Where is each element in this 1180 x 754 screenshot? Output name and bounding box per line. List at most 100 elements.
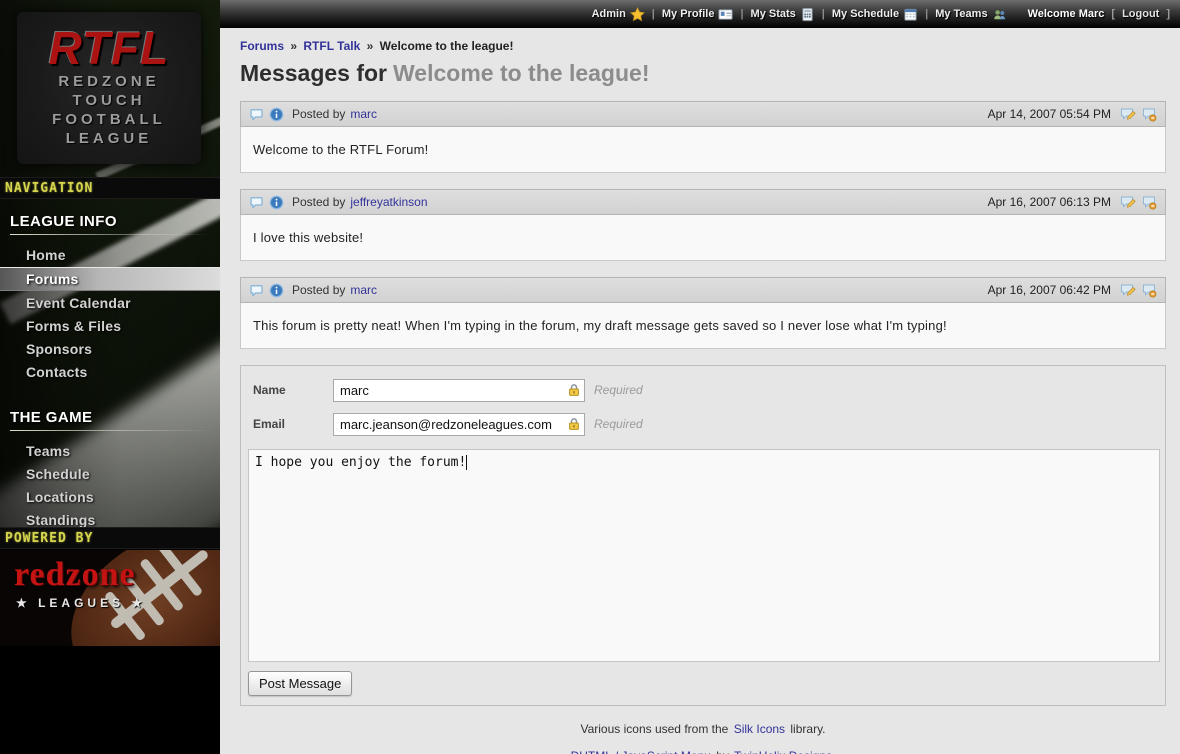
name-input-wrap [333,379,585,402]
message-body: I love this website! [240,215,1166,261]
sidebar: RTFL REDZONE TOUCH FOOTBALL LEAGUE NAVIG… [0,0,220,754]
text-cursor [466,455,467,470]
name-input[interactable] [333,379,585,402]
author-link[interactable]: marc [350,107,377,121]
redzone-logo-subtitle: ★ LEAGUES ★ [16,596,146,610]
info-icon [269,195,284,210]
rtfl-logo-line: LEAGUE [17,129,201,148]
rtfl-logo-line: REDZONE [17,72,201,91]
name-field-row: Name Required [253,378,1153,402]
breadcrumb-current: Welcome to the league! [380,39,514,53]
delete-comment-icon[interactable] [1141,282,1157,298]
separator: | [740,8,743,20]
calculator-icon [800,7,815,22]
lock-icon [566,382,582,398]
comment-icon [249,107,264,122]
button-row: Post Message [248,671,1165,696]
footer-line-menu: DHTML / JavaScript Menu by TwinHelix Des… [240,749,1166,754]
breadcrumb-link-rtfl-talk[interactable]: RTFL Talk [303,39,360,53]
sidebar-item-contacts[interactable]: Contacts [0,361,220,383]
author-link[interactable]: marc [350,283,377,297]
silk-icons-link[interactable]: Silk Icons [734,722,785,736]
breadcrumb-link-forums[interactable]: Forums [240,39,284,53]
footer-text: library. [790,722,825,736]
breadcrumb-separator: » [367,39,374,53]
sidebar-item-forms-files[interactable]: Forms & Files [0,315,220,337]
forum-message: Posted by jeffreyatkinson Apr 16, 2007 0… [240,189,1166,261]
comment-icon [249,283,264,298]
topbar-item-label: My Teams [935,8,987,20]
sidebar-item-event-calendar[interactable]: Event Calendar [0,292,220,314]
topbar-item-label: My Stats [751,8,796,20]
message-header: Posted by marc Apr 16, 2007 06:42 PM [240,277,1166,303]
powered-by-ribbon: POWERED BY [0,527,220,549]
edit-comment-icon[interactable] [1120,106,1136,122]
posted-by-label: Posted by [292,283,345,297]
edit-comment-icon[interactable] [1120,194,1136,210]
delete-comment-icon[interactable] [1141,194,1157,210]
sidebar-item-forums[interactable]: Forums [0,267,220,291]
sidebar-nav: LEAGUE INFO Home Forums Event Calendar F… [0,200,220,555]
message-body: Welcome to the RTFL Forum! [240,127,1166,173]
delete-comment-icon[interactable] [1141,106,1157,122]
redzone-logo-title: redzone [14,558,136,592]
email-input-wrap [333,413,585,436]
topbar-item-label: Admin [592,8,626,20]
topbar-item-my-teams[interactable]: My Teams [935,7,1006,22]
sidebar-item-home[interactable]: Home [0,244,220,266]
redzone-leagues-logo[interactable]: redzone ★ LEAGUES ★ [0,550,220,646]
vcard-icon [718,7,733,22]
message-date: Apr 14, 2007 05:54 PM [988,107,1111,121]
sidebar-item-locations[interactable]: Locations [0,486,220,508]
topbar-item-label: My Profile [662,8,715,20]
sidebar-item-teams[interactable]: Teams [0,440,220,462]
post-message-button[interactable]: Post Message [248,671,352,696]
email-field-row: Email Required [253,412,1153,436]
rtfl-logo: RTFL REDZONE TOUCH FOOTBALL LEAGUE [17,12,201,164]
section-title-the-game: THE GAME [10,409,212,431]
logout-link[interactable]: Logout [1122,8,1159,20]
email-input[interactable] [333,413,585,436]
breadcrumb: Forums » RTFL Talk » Welcome to the leag… [240,39,1166,53]
topbar: Admin | My Profile | My Stats | My Sched… [220,0,1180,28]
footer-text: Various icons used from the [580,722,728,736]
navigation-ribbon: NAVIGATION [0,177,220,199]
star-icon [630,7,645,22]
info-icon [269,283,284,298]
topbar-item-my-profile[interactable]: My Profile [662,7,734,22]
posted-by-label: Posted by [292,195,345,209]
footer-text: . [832,749,835,754]
message-date: Apr 16, 2007 06:42 PM [988,283,1111,297]
welcome-user-label: Welcome Marc [1028,8,1105,20]
calendar-icon [903,7,918,22]
separator: | [925,8,928,20]
topbar-item-my-stats[interactable]: My Stats [751,7,815,22]
separator: | [822,8,825,20]
page-title-prefix: Messages for [240,60,387,86]
group-icon [992,7,1007,22]
rtfl-logo-line: TOUCH [17,91,201,110]
post-message-form: Name Required Email [240,365,1166,706]
author-link[interactable]: jeffreyatkinson [350,195,427,209]
topbar-item-my-schedule[interactable]: My Schedule [832,7,918,22]
page-title-topic: Welcome to the league! [393,60,649,86]
edit-comment-icon[interactable] [1120,282,1136,298]
sidebar-item-sponsors[interactable]: Sponsors [0,338,220,360]
separator: | [652,8,655,20]
main-content: Forums » RTFL Talk » Welcome to the leag… [220,28,1180,754]
message-header: Posted by marc Apr 14, 2007 05:54 PM [240,101,1166,127]
footer-text: by [716,749,729,754]
message-textarea[interactable]: I hope you enjoy the forum! [248,449,1160,662]
required-hint: Required [594,417,643,431]
sidebar-item-schedule[interactable]: Schedule [0,463,220,485]
rtfl-logo-title: RTFL [17,24,201,72]
twinhelix-link[interactable]: TwinHelix Designs [734,749,832,754]
dhtml-menu-link[interactable]: DHTML / JavaScript Menu [571,749,711,754]
footer: Various icons used from the Silk Icons l… [240,722,1166,754]
rtfl-logo-line: FOOTBALL [17,110,201,129]
topbar-item-admin[interactable]: Admin [592,7,645,22]
bracket: ] [1166,8,1170,20]
posted-by-label: Posted by [292,107,345,121]
footer-line-icons: Various icons used from the Silk Icons l… [240,722,1166,736]
breadcrumb-separator: » [290,39,297,53]
